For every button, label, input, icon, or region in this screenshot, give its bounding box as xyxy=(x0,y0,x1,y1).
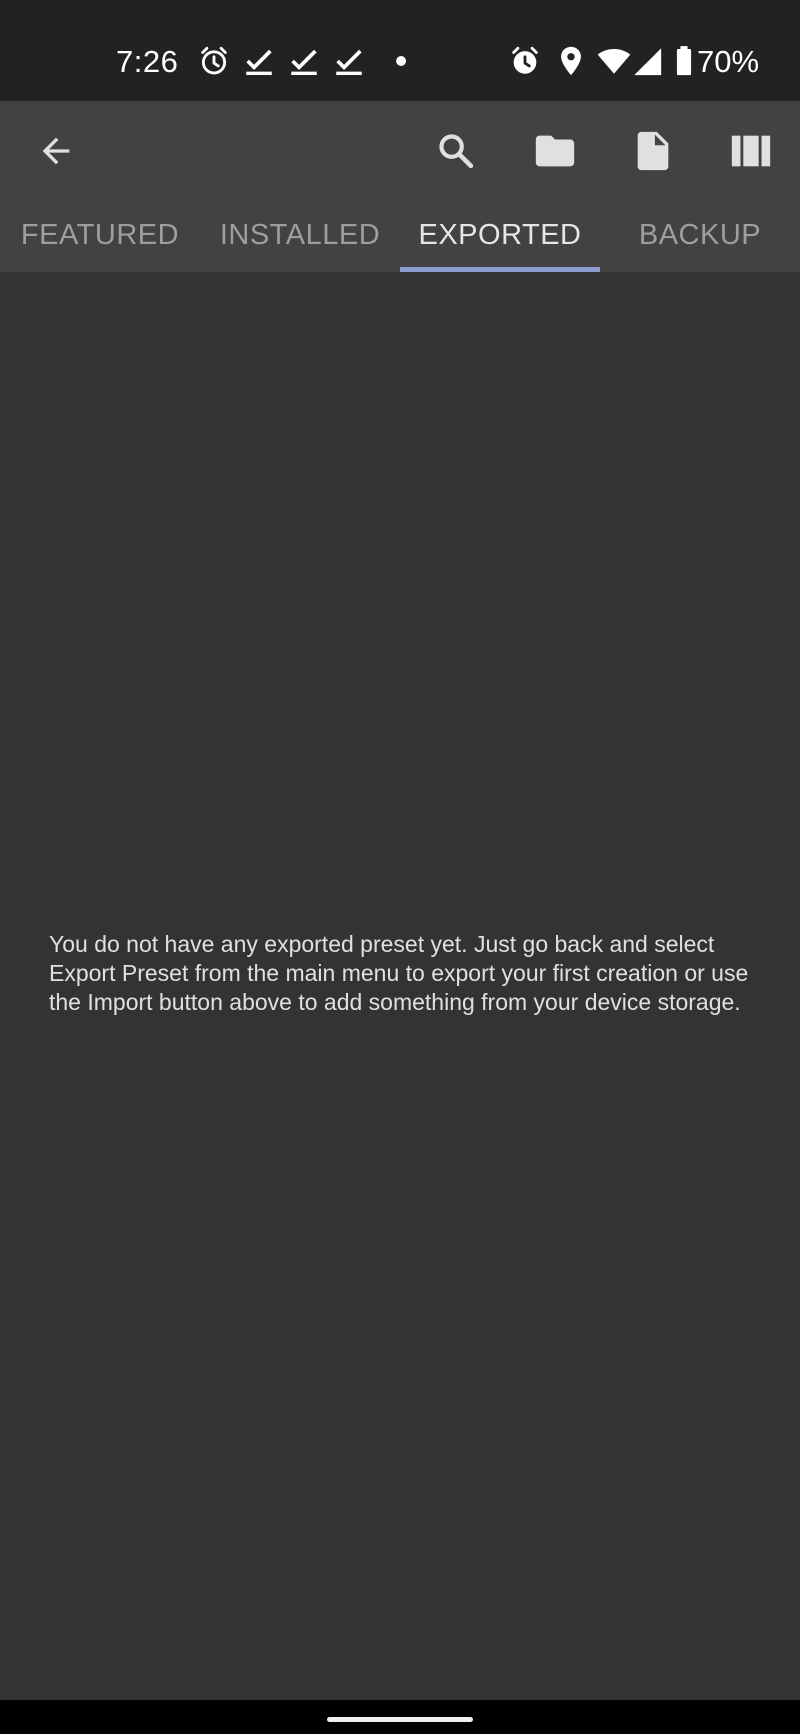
search-icon xyxy=(439,134,474,169)
status-time: 7:26 xyxy=(116,44,179,79)
active-tab-indicator xyxy=(400,267,600,272)
check-icon xyxy=(336,49,362,76)
home-gesture-handle[interactable] xyxy=(327,1717,473,1722)
dot-icon xyxy=(396,56,407,66)
file-icon xyxy=(637,131,669,171)
import-file-button[interactable] xyxy=(621,119,685,183)
wifi-icon xyxy=(597,48,631,74)
battery-icon xyxy=(676,46,692,76)
alarm-icon xyxy=(201,46,227,75)
empty-state-message: You do not have any exported preset yet.… xyxy=(49,931,749,1015)
back-arrow-icon xyxy=(42,137,70,165)
tab-featured[interactable]: FEATURED xyxy=(0,199,200,272)
folder-icon xyxy=(535,135,575,167)
columns-icon xyxy=(731,135,771,167)
view-mode-button[interactable] xyxy=(719,119,783,183)
tab-bar: FEATURED INSTALLED EXPORTED BACKUP xyxy=(0,199,800,272)
tab-exported[interactable]: EXPORTED xyxy=(400,199,600,272)
location-icon xyxy=(561,46,581,76)
search-button[interactable] xyxy=(424,119,488,183)
navigation-bar xyxy=(0,1700,800,1734)
signal-icon xyxy=(634,48,662,76)
check-icon xyxy=(246,49,272,76)
import-folder-button[interactable] xyxy=(523,119,587,183)
app-toolbar: FEATURED INSTALLED EXPORTED BACKUP xyxy=(0,101,800,272)
tab-backup[interactable]: BACKUP xyxy=(600,199,800,272)
check-icon xyxy=(291,49,317,76)
status-bar: 7:26 70% xyxy=(0,0,800,101)
tab-installed[interactable]: INSTALLED xyxy=(200,199,400,272)
app-screen: 7:26 70% FEATURED INSTALLED EXPORTED BAC… xyxy=(0,0,800,1734)
alarm-icon xyxy=(512,46,538,74)
battery-percentage: 70% xyxy=(697,44,760,79)
back-button[interactable] xyxy=(24,119,88,183)
